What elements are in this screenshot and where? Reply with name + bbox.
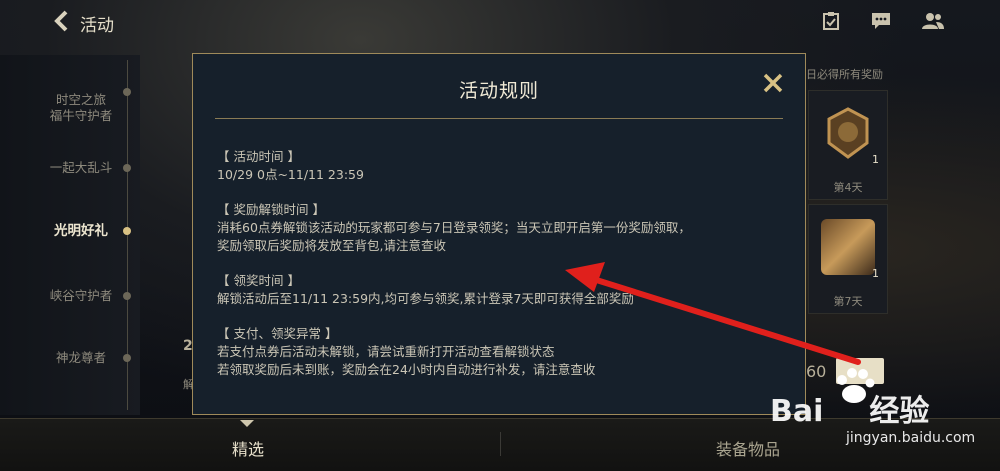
watermark-url: jingyan.baidu.com: [846, 430, 976, 446]
watermark-brand-left: Bai: [770, 394, 824, 429]
watermark-logo: Bai 经验: [770, 386, 929, 430]
watermark-brand-right: 经验: [869, 394, 930, 429]
